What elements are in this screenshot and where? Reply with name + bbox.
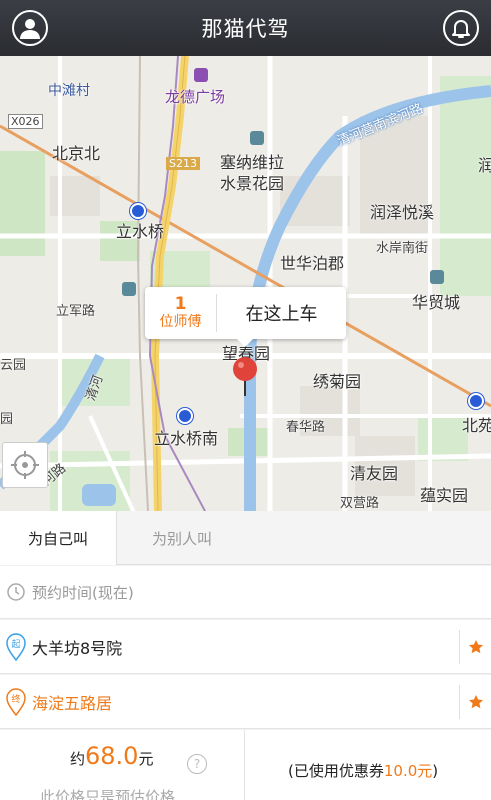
coupon-info[interactable]: (已使用优惠券10.0元) xyxy=(288,760,438,781)
location-pin-icon xyxy=(232,356,258,402)
map-label-lishuiqiaonan: 立水桥南 xyxy=(154,429,219,448)
user-icon xyxy=(20,19,40,39)
shopping-icon xyxy=(194,68,208,82)
price-prefix: 约 xyxy=(70,750,86,768)
driver-count-number: 1 xyxy=(174,294,187,314)
end-badge-text: 终 xyxy=(11,693,20,705)
start-badge-text: 起 xyxy=(11,639,20,650)
metro-icon xyxy=(468,393,484,409)
building-icon xyxy=(430,270,444,284)
price-help-icon[interactable]: ? xyxy=(187,754,207,774)
star-icon xyxy=(468,694,483,708)
map-label-saina2: 水景花园 xyxy=(220,174,285,193)
map-label-longde: 龙德广场 xyxy=(165,86,225,107)
favorite-start-button[interactable] xyxy=(459,629,491,664)
map-label-run: 润 xyxy=(478,156,491,175)
map-label-beiyuan: 北苑 xyxy=(462,416,491,435)
driver-count: 1 位师傅 xyxy=(145,294,217,332)
price-note: 此价格只是预估价格 xyxy=(40,788,176,800)
building-icon xyxy=(250,131,264,145)
map-label-yunshi: 蕴实园 xyxy=(420,486,469,505)
map-label-huamao: 华贸城 xyxy=(412,293,461,312)
metro-icon xyxy=(130,203,146,219)
driver-count-label: 位师傅 xyxy=(159,314,202,330)
coupon-suffix: ) xyxy=(432,762,439,780)
reservation-time-row[interactable]: 预约时间(现在) xyxy=(0,566,491,619)
reservation-time-text: 预约时间(现在) xyxy=(32,583,134,602)
start-location-row[interactable]: 起 大羊坊8号院 xyxy=(0,620,491,674)
map-label-shuian: 水岸南街 xyxy=(376,241,429,256)
map-label-chunhua: 春华路 xyxy=(286,420,326,435)
call-type-tabs: 为自己叫 为别人叫 xyxy=(0,511,491,565)
profile-button[interactable] xyxy=(12,10,48,46)
map-label-zhongtan: 中滩村 xyxy=(48,83,90,99)
map-label-yunyuan: 云园 xyxy=(0,358,27,373)
map-label-s213: S213 xyxy=(166,157,200,170)
price-unit: 元 xyxy=(138,750,154,768)
map-label-yuan: 园 xyxy=(0,412,14,427)
end-location-row[interactable]: 终 海淀五路居 xyxy=(0,675,491,729)
clock-icon xyxy=(0,582,32,602)
end-marker-icon: 终 xyxy=(0,687,32,716)
map-label-x026: X026 xyxy=(8,114,43,129)
estimate-section[interactable]: 约68.0元 ? 此价格只是预估价格 xyxy=(0,730,245,800)
price-panel: 约68.0元 ? 此价格只是预估价格 (已使用优惠券10.0元) xyxy=(0,730,491,800)
map-label-longde-text: 龙德广场 xyxy=(165,88,226,106)
map-label-lishuiqiao: 立水桥 xyxy=(116,222,165,241)
map-label-runze: 润泽悦溪 xyxy=(370,203,435,222)
coupon-amount: 10.0元 xyxy=(383,762,433,780)
map-label-shihua: 世华泊郡 xyxy=(280,254,345,273)
map-background xyxy=(0,56,491,511)
favorite-end-button[interactable] xyxy=(459,684,491,719)
map-label-lijun: 立军路 xyxy=(56,304,96,319)
coupon-prefix: (已使用优惠券 xyxy=(288,762,384,780)
map-label-beijingbei: 北京北 xyxy=(52,144,101,163)
tab-for-self[interactable]: 为自己叫 xyxy=(0,511,117,565)
metro-icon xyxy=(177,408,193,424)
map-label-xiuju: 绣菊园 xyxy=(313,372,362,391)
app-header: 那猫代驾 xyxy=(0,0,491,56)
map-label-qingyou: 清友园 xyxy=(350,464,399,483)
map-view[interactable]: 中滩村 龙德广场 X026 清河营南滨河路 北京北 S213 塞纳维拉 水景花园… xyxy=(0,56,491,511)
start-location-text: 大羊坊8号院 xyxy=(32,638,123,658)
map-label-shuangying: 双营路 xyxy=(340,496,380,511)
board-here-button[interactable]: 在这上车 xyxy=(217,300,346,326)
bell-icon xyxy=(452,20,470,38)
pickup-callout[interactable]: 1 位师傅 在这上车 xyxy=(145,287,346,347)
page-title: 那猫代驾 xyxy=(201,17,290,41)
crosshair-icon xyxy=(11,451,39,479)
tab-for-others[interactable]: 为别人叫 xyxy=(117,511,247,565)
building-icon xyxy=(122,282,136,296)
locate-button[interactable] xyxy=(2,442,48,488)
star-icon xyxy=(468,639,483,653)
end-location-text: 海淀五路居 xyxy=(32,693,113,713)
price-amount: 68.0 xyxy=(85,742,139,770)
notification-button[interactable] xyxy=(443,10,479,46)
estimated-price: 约68.0元 xyxy=(70,742,153,770)
start-marker-icon: 起 xyxy=(0,632,32,661)
